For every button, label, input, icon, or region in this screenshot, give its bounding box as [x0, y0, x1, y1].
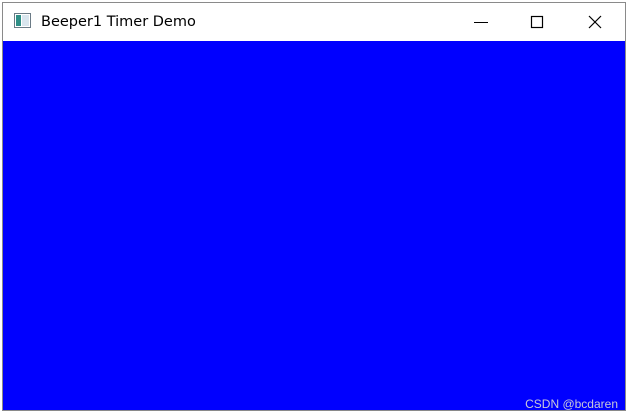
close-icon [588, 15, 602, 29]
app-icon-pane-left [16, 15, 21, 26]
title-bar[interactable]: Beeper1 Timer Demo [3, 3, 625, 41]
maximize-button[interactable] [508, 3, 566, 41]
watermark-text: CSDN @bcdaren [525, 397, 618, 411]
app-icon-pane-right [22, 15, 29, 26]
minimize-button[interactable] [452, 3, 510, 41]
window-title: Beeper1 Timer Demo [41, 14, 196, 30]
app-window: Beeper1 Timer Demo [2, 2, 626, 411]
app-window-icon[interactable] [14, 13, 31, 28]
close-button[interactable] [566, 3, 624, 41]
minimize-icon [474, 22, 488, 23]
client-area[interactable] [3, 41, 625, 410]
maximize-icon [530, 15, 544, 29]
